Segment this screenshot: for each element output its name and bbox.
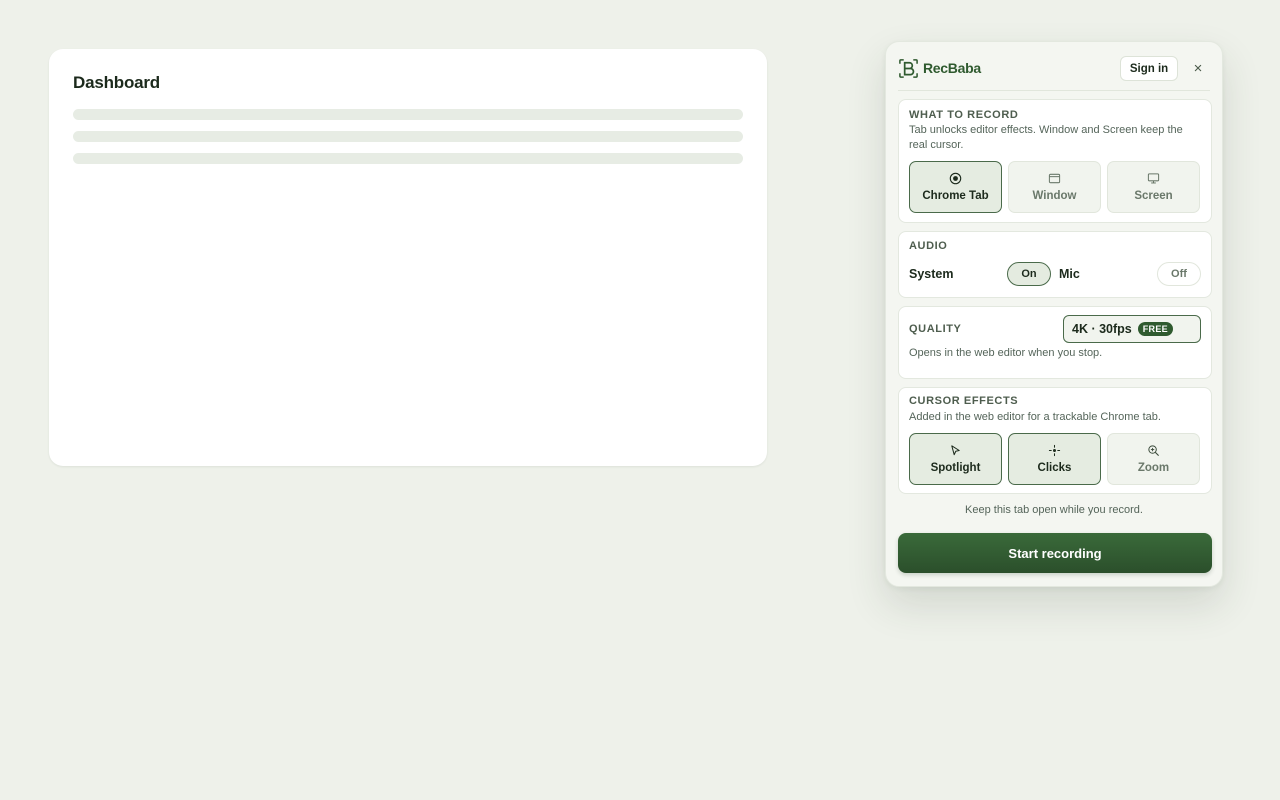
source-chrome-tab[interactable]: Chrome Tab — [909, 161, 1002, 213]
audio-row: System On Mic Off — [909, 262, 1201, 286]
header-divider — [898, 90, 1210, 91]
quality-section: QUALITY 4K · 30fps FREE Opens in the web… — [898, 306, 1212, 379]
skeleton-line — [73, 153, 743, 164]
cursor-effect-options: Spotlight Clicks Zoom — [909, 433, 1200, 485]
popup-header: RecBaba Sign in × — [898, 56, 1210, 81]
option-label: Zoom — [1137, 462, 1170, 474]
start-recording-button[interactable]: Start recording — [898, 533, 1212, 573]
option-label: Spotlight — [930, 462, 981, 474]
source-window[interactable]: Window — [1008, 161, 1101, 213]
cursor-effects-section: CURSOR EFFECTS Added in the web editor f… — [898, 387, 1212, 494]
logo-mark-icon — [899, 58, 918, 78]
what-to-record-section: WHAT TO RECORD Tab unlocks editor effect… — [898, 99, 1212, 223]
window-icon — [1048, 173, 1061, 184]
section-title: CURSOR EFFECTS — [909, 395, 1019, 407]
section-title: QUALITY — [909, 323, 962, 335]
mic-label: Mic — [1059, 267, 1080, 281]
sign-in-button[interactable]: Sign in — [1120, 56, 1178, 81]
click-burst-icon — [1048, 444, 1061, 457]
option-label: Clicks — [1037, 462, 1072, 474]
section-title: WHAT TO RECORD — [909, 109, 1019, 121]
mic-toggle[interactable]: Off — [1157, 262, 1201, 286]
option-label: Screen — [1134, 190, 1173, 202]
effect-zoom[interactable]: Zoom — [1107, 433, 1200, 485]
source-screen[interactable]: Screen — [1107, 161, 1200, 213]
close-icon[interactable]: × — [1188, 56, 1208, 81]
skeleton-line — [73, 109, 743, 120]
effect-clicks[interactable]: Clicks — [1008, 433, 1101, 485]
effect-spotlight[interactable]: Spotlight — [909, 433, 1002, 485]
brand-logo: RecBaba — [898, 58, 981, 79]
brand-name: RecBaba — [923, 60, 981, 76]
system-audio-label: System — [909, 267, 954, 281]
cursor-arrow-icon — [951, 445, 960, 456]
skeleton-line — [73, 131, 743, 142]
page-title: Dashboard — [73, 73, 160, 92]
quality-select[interactable]: 4K · 30fps FREE — [1063, 315, 1201, 343]
option-label: Chrome Tab — [922, 190, 989, 202]
free-badge: FREE — [1137, 322, 1173, 336]
dashboard-card: Dashboard — [49, 49, 767, 466]
audio-section: AUDIO System On Mic Off — [898, 231, 1212, 298]
section-description: Tab unlocks editor effects. Window and S… — [909, 124, 1183, 151]
keep-open-hint: Keep this tab open while you record. — [965, 504, 1143, 516]
system-audio-toggle[interactable]: On — [1007, 262, 1051, 286]
option-label: Window — [1032, 190, 1077, 202]
section-description: Opens in the web editor when you stop. — [909, 347, 1103, 359]
section-title: AUDIO — [909, 240, 948, 252]
monitor-icon — [1147, 173, 1160, 184]
quality-value: 4K · 30fps — [1072, 322, 1132, 336]
recorder-popup: RecBaba Sign in × WHAT TO RECORD Tab unl… — [885, 41, 1223, 587]
record-source-options: Chrome Tab Window Screen — [909, 161, 1200, 213]
section-description: Added in the web editor for a trackable … — [909, 411, 1161, 423]
zoom-icon — [1148, 445, 1160, 457]
record-dot-icon — [949, 172, 962, 185]
